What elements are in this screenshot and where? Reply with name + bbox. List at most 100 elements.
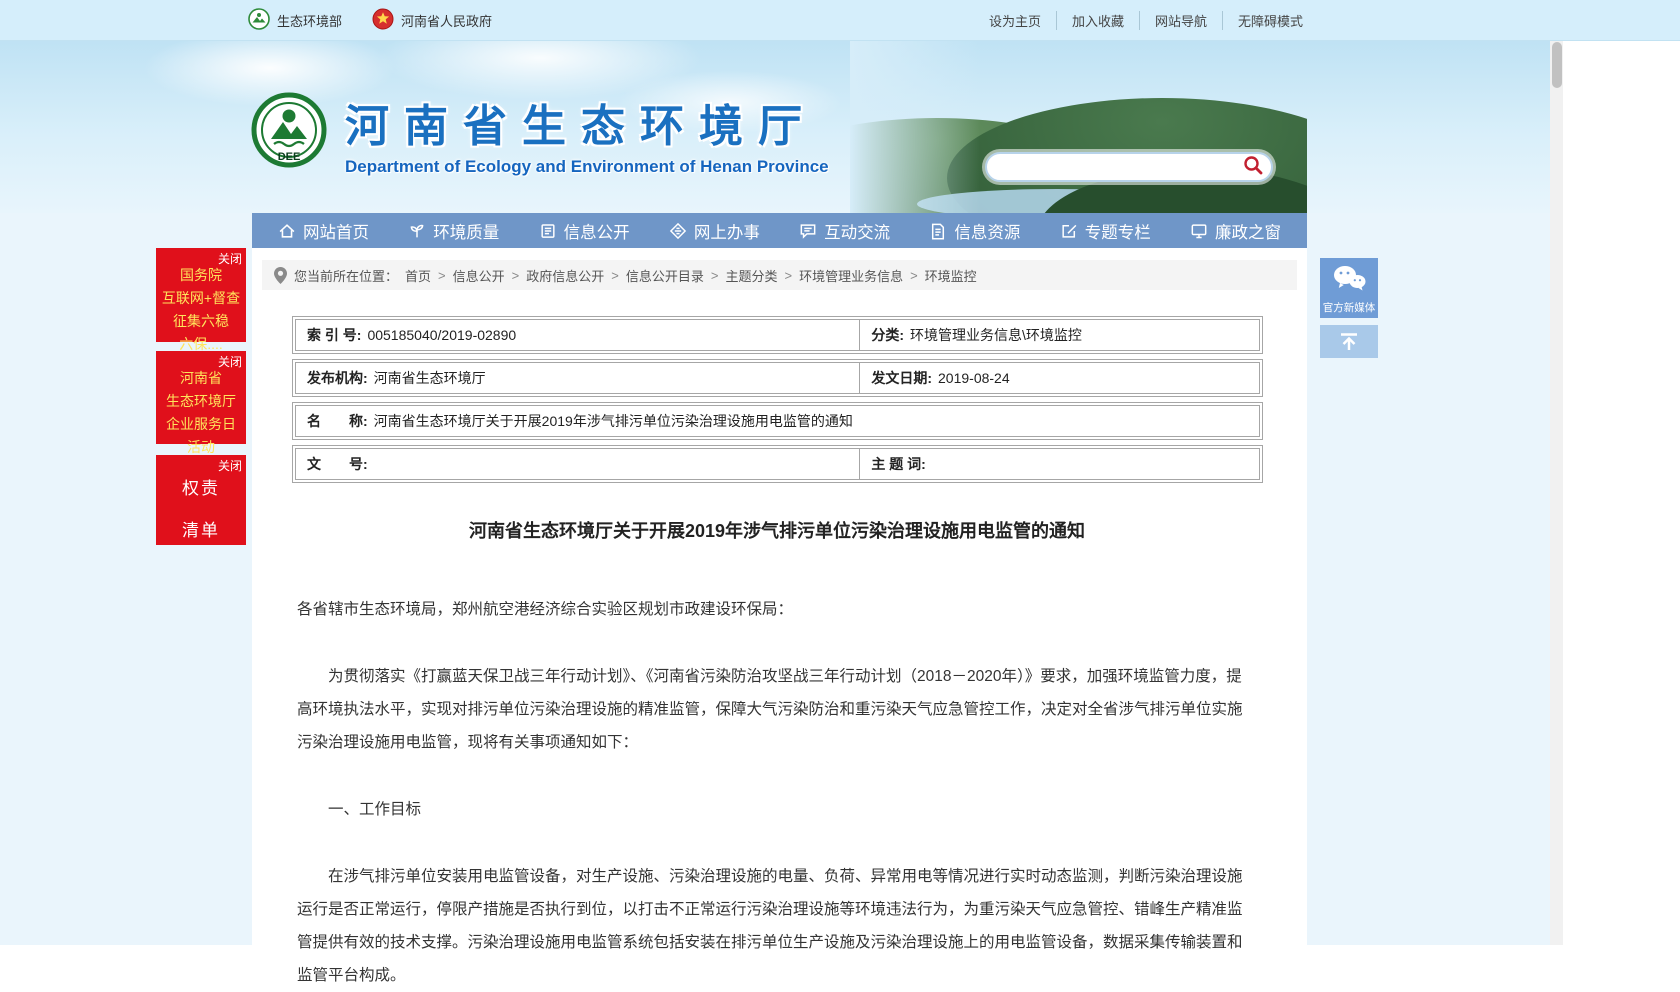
breadcrumb-prefix: 您当前所在位置： (294, 266, 398, 285)
meta-label: 名 称: (307, 411, 368, 431)
vertical-scrollbar[interactable] (1550, 40, 1563, 945)
floating-notice-service-day[interactable]: 关闭 河南省 生态环境厅 企业服务日 活动 (156, 351, 246, 444)
meta-value: 河南省生态环境厅 (374, 368, 486, 388)
nav-item-interaction[interactable]: 互动交流 (799, 219, 890, 243)
notice-line: 国务院 (180, 265, 222, 285)
meta-cell-category: 分类: 环境管理业务信息\环境监控 (859, 320, 1259, 350)
meta-cell-subject: 主 题 词: (859, 449, 1259, 479)
meta-cell-agency: 发布机构: 河南省生态环境厅 (296, 363, 859, 393)
notice-line: 企业服务日 (166, 414, 236, 434)
nav-item-special-topics[interactable]: 专题专栏 (1060, 219, 1151, 243)
meta-label: 分类: (871, 325, 904, 345)
nav-label: 廉政之窗 (1215, 219, 1281, 243)
breadcrumb-item-home[interactable]: 首页 (405, 266, 431, 285)
link-mee[interactable]: 生态环境部 (248, 8, 342, 33)
scene-fade (850, 40, 980, 213)
right-gutter (1563, 40, 1680, 945)
nav-item-online-services[interactable]: 网上办事 (669, 219, 760, 243)
utility-links: 设为主页 加入收藏 网站导航 无障碍模式 (974, 0, 1303, 40)
meta-cell-index: 索 引 号: 005185040/2019-02890 (296, 320, 859, 350)
nav-label: 环境质量 (433, 219, 499, 243)
breadcrumb-separator: > (711, 268, 719, 283)
floating-notice-guowuyuan[interactable]: 关闭 国务院 互联网+督查 征集六稳 六保.... (156, 248, 246, 342)
meta-label: 发布机构: (307, 368, 368, 388)
notice-line: 清单 (182, 516, 220, 541)
search-icon (1243, 155, 1263, 180)
notice-line: 活动 (187, 437, 215, 457)
site-title: 河南省生态环境厅 (345, 90, 829, 154)
henan-gov-emblem-icon (372, 8, 394, 33)
top-utility-bar: 生态环境部 河南省人民政府 设为主页 加入收藏 网站导航 无障碍模式 (0, 0, 1680, 41)
chat-bubble-icon (799, 222, 817, 240)
site-header: DEE 河南省生态环境厅 Department of Ecology and E… (0, 40, 1550, 213)
logo-text: DEE (278, 151, 301, 163)
official-media-widget[interactable]: 官方新媒体 (1320, 258, 1378, 318)
link-mee-label: 生态环境部 (277, 11, 342, 30)
sprout-icon (408, 222, 426, 240)
article-section-heading: 一、工作目标 (297, 793, 1257, 826)
mee-logo-icon (248, 8, 270, 33)
layers-diamond-icon (669, 222, 687, 240)
breadcrumb-item-topic-category[interactable]: 主题分类 (725, 266, 777, 285)
nav-item-integrity-window[interactable]: 廉政之窗 (1190, 219, 1281, 243)
location-pin-icon (274, 267, 287, 284)
nav-label: 网上办事 (694, 219, 760, 243)
document-icon (929, 222, 947, 240)
breadcrumb-item-env-monitoring[interactable]: 环境监控 (925, 266, 977, 285)
close-button[interactable]: 关闭 (218, 457, 242, 474)
meta-cell-name: 名 称: 河南省生态环境厅关于开展2019年涉气排污单位污染治理设施用电监管的通… (296, 406, 1259, 436)
link-henan-gov[interactable]: 河南省人民政府 (372, 8, 492, 33)
search-button[interactable] (1235, 154, 1271, 180)
article-body: 河南省生态环境厅关于开展2019年涉气排污单位污染治理设施用电监管的通知 各省辖… (252, 517, 1307, 992)
nav-item-info-resources[interactable]: 信息资源 (929, 219, 1020, 243)
breadcrumb-item-info-disclosure[interactable]: 信息公开 (453, 266, 505, 285)
nav-label: 专题专栏 (1085, 219, 1151, 243)
meta-value: 河南省生态环境厅关于开展2019年涉气排污单位污染治理设施用电监管的通知 (374, 411, 853, 431)
search-box (985, 152, 1273, 182)
meta-label: 发文日期: (871, 368, 932, 388)
meta-value: 2019-08-24 (938, 370, 1010, 386)
meta-cell-date: 发文日期: 2019-08-24 (859, 363, 1259, 393)
nav-label: 互动交流 (824, 219, 890, 243)
article-paragraph: 在涉气排污单位安装用电监管设备，对生产设施、污染治理设施的电量、负荷、异常用电等… (297, 860, 1257, 992)
wechat-icon (1332, 264, 1366, 297)
back-to-top-icon (1338, 332, 1360, 352)
site-map-link[interactable]: 网站导航 (1140, 11, 1223, 30)
meta-value: 环境管理业务信息\环境监控 (910, 325, 1082, 345)
meta-row-index-category: 索 引 号: 005185040/2019-02890 分类: 环境管理业务信息… (292, 316, 1263, 354)
search-input[interactable] (987, 159, 1235, 175)
breadcrumb-separator: > (784, 268, 792, 283)
meta-value: 005185040/2019-02890 (367, 327, 516, 343)
back-to-top-button[interactable] (1320, 325, 1378, 358)
related-site-links: 生态环境部 河南省人民政府 (248, 0, 492, 40)
breadcrumb-item-env-management[interactable]: 环境管理业务信息 (799, 266, 903, 285)
add-favorite-link[interactable]: 加入收藏 (1057, 11, 1140, 30)
notice-line: 生态环境厅 (166, 391, 236, 411)
accessibility-mode-link[interactable]: 无障碍模式 (1223, 11, 1303, 30)
close-button[interactable]: 关闭 (218, 353, 242, 370)
breadcrumb: 您当前所在位置： 首页 > 信息公开 > 政府信息公开 > 信息公开目录 > 主… (262, 260, 1297, 290)
breadcrumb-item-catalog[interactable]: 信息公开目录 (626, 266, 704, 285)
nav-item-env-quality[interactable]: 环境质量 (408, 219, 499, 243)
meta-label: 文 号: (307, 454, 368, 474)
site-subtitle: Department of Ecology and Environment of… (345, 157, 829, 177)
meta-row-docno-subject: 文 号: 主 题 词: (292, 445, 1263, 483)
scrollbar-thumb[interactable] (1552, 42, 1562, 88)
article-title: 河南省生态环境厅关于开展2019年涉气排污单位污染治理设施用电监管的通知 (297, 517, 1257, 543)
monitor-icon (1190, 222, 1208, 240)
link-henan-gov-label: 河南省人民政府 (401, 11, 492, 30)
meta-row-name: 名 称: 河南省生态环境厅关于开展2019年涉气排污单位污染治理设施用电监管的通… (292, 402, 1263, 440)
breadcrumb-item-gov-info[interactable]: 政府信息公开 (526, 266, 604, 285)
close-button[interactable]: 关闭 (218, 250, 242, 267)
nav-item-home[interactable]: 网站首页 (278, 219, 369, 243)
official-media-label: 官方新媒体 (1323, 300, 1376, 315)
set-homepage-link[interactable]: 设为主页 (974, 11, 1057, 30)
meta-cell-docno: 文 号: (296, 449, 859, 479)
breadcrumb-separator: > (611, 268, 619, 283)
nav-item-info-disclosure[interactable]: 信息公开 (539, 219, 630, 243)
breadcrumb-separator: > (910, 268, 918, 283)
open-book-icon (539, 222, 557, 240)
notice-line: 征集六稳 (173, 311, 229, 331)
floating-notice-responsibility-list[interactable]: 关闭 权责 清单 (156, 455, 246, 545)
breadcrumb-separator: > (438, 268, 446, 283)
